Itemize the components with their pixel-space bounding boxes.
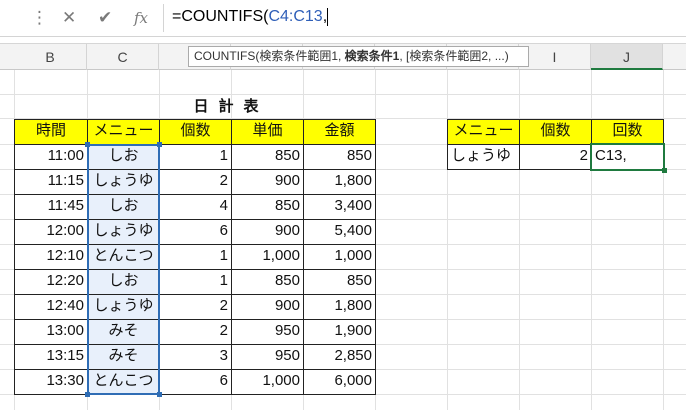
fill-handle[interactable] <box>662 168 667 173</box>
table-cell[interactable]: 12:00 <box>14 219 88 245</box>
table-cell[interactable]: 900 <box>231 219 304 245</box>
table-cell[interactable]: 950 <box>231 344 304 370</box>
table-cell[interactable]: 13:30 <box>14 369 88 395</box>
table-cell[interactable]: 4 <box>159 194 232 220</box>
table-cell[interactable]: 12:40 <box>14 294 88 320</box>
table-cell[interactable]: 1 <box>159 244 232 270</box>
column-header-c[interactable]: C <box>87 44 159 70</box>
table-cell[interactable]: 5,400 <box>303 219 376 245</box>
range-handle[interactable] <box>85 142 90 147</box>
table-cell[interactable]: 11:00 <box>14 144 88 170</box>
table-cell[interactable]: 1,800 <box>303 169 376 195</box>
table-cell[interactable]: 3,400 <box>303 194 376 220</box>
selected-range[interactable] <box>85 142 162 397</box>
table-cell[interactable]: 850 <box>231 194 304 220</box>
table-cell[interactable]: 1,000 <box>231 244 304 270</box>
text-cursor <box>327 7 329 26</box>
tooltip-pre: COUNTIFS(検索条件範囲1, <box>194 49 345 63</box>
formula-divider <box>163 4 164 32</box>
range-handle[interactable] <box>85 392 90 397</box>
sheet-title[interactable]: 日計表 <box>159 96 303 118</box>
column-header-j[interactable]: J <box>591 44 663 70</box>
table-cell[interactable]: 6 <box>159 219 232 245</box>
range-handle[interactable] <box>157 392 162 397</box>
table-header-qty[interactable]: 個数 <box>159 119 232 145</box>
table-header-price[interactable]: 単価 <box>231 119 304 145</box>
table-cell[interactable]: 850 <box>303 269 376 295</box>
summary-cell-qty[interactable]: 2 <box>519 144 592 170</box>
summary-cell-menu[interactable]: しょうゆ <box>447 144 520 170</box>
formula-input[interactable]: =COUNTIFS(C4:C13, <box>172 6 329 28</box>
table-header-menu[interactable]: メニュー <box>87 119 160 145</box>
column-header-b[interactable]: B <box>14 44 87 70</box>
summary-header-count[interactable]: 回数 <box>591 119 664 145</box>
formula-prefix: =COUNTIFS( <box>172 8 269 25</box>
table-cell[interactable]: 1,800 <box>303 294 376 320</box>
table-cell[interactable]: 11:45 <box>14 194 88 220</box>
column-header-i[interactable]: I <box>519 44 591 70</box>
cancel-icon[interactable]: ✕ <box>62 8 76 28</box>
table-cell[interactable]: 1,900 <box>303 319 376 345</box>
range-handle[interactable] <box>157 142 162 147</box>
table-cell[interactable]: 12:20 <box>14 269 88 295</box>
formula-bar: ⋮ ✕ ✔ fx =COUNTIFS(C4:C13, <box>0 0 686 37</box>
table-cell[interactable]: 3 <box>159 344 232 370</box>
table-cell[interactable]: 13:15 <box>14 344 88 370</box>
table-cell[interactable]: 6,000 <box>303 369 376 395</box>
table-cell[interactable]: 2 <box>159 169 232 195</box>
formula-range-ref: C4:C13 <box>268 8 323 25</box>
table-cell[interactable]: 1,000 <box>231 369 304 395</box>
table-cell[interactable]: 850 <box>303 144 376 170</box>
summary-header-qty[interactable]: 個数 <box>519 119 592 145</box>
table-cell[interactable]: 13:00 <box>14 319 88 345</box>
table-header-time[interactable]: 時間 <box>14 119 88 145</box>
table-cell[interactable]: 900 <box>231 169 304 195</box>
function-tooltip: COUNTIFS(検索条件範囲1, 検索条件1, [検索条件範囲2, ...) <box>188 46 529 67</box>
table-cell[interactable]: 850 <box>231 269 304 295</box>
table-cell[interactable]: 2 <box>159 294 232 320</box>
table-cell[interactable]: 1 <box>159 144 232 170</box>
table-cell[interactable]: 2,850 <box>303 344 376 370</box>
active-cell[interactable] <box>590 143 667 173</box>
tooltip-post: , [検索条件範囲2, ...) <box>399 49 509 63</box>
table-cell[interactable]: 1 <box>159 269 232 295</box>
table-cell[interactable]: 6 <box>159 369 232 395</box>
summary-header-menu[interactable]: メニュー <box>447 119 520 145</box>
function-icon[interactable]: fx <box>134 8 148 28</box>
table-cell[interactable]: 11:15 <box>14 169 88 195</box>
tooltip-current-arg: 検索条件1 <box>344 49 400 63</box>
table-cell[interactable]: 900 <box>231 294 304 320</box>
table-cell[interactable]: 850 <box>231 144 304 170</box>
more-icon[interactable]: ⋮ <box>31 8 48 28</box>
table-cell[interactable]: 950 <box>231 319 304 345</box>
table-cell[interactable]: 1,000 <box>303 244 376 270</box>
table-header-amount[interactable]: 金額 <box>303 119 376 145</box>
enter-icon[interactable]: ✔ <box>98 8 112 28</box>
table-cell[interactable]: 2 <box>159 319 232 345</box>
table-cell[interactable]: 12:10 <box>14 244 88 270</box>
